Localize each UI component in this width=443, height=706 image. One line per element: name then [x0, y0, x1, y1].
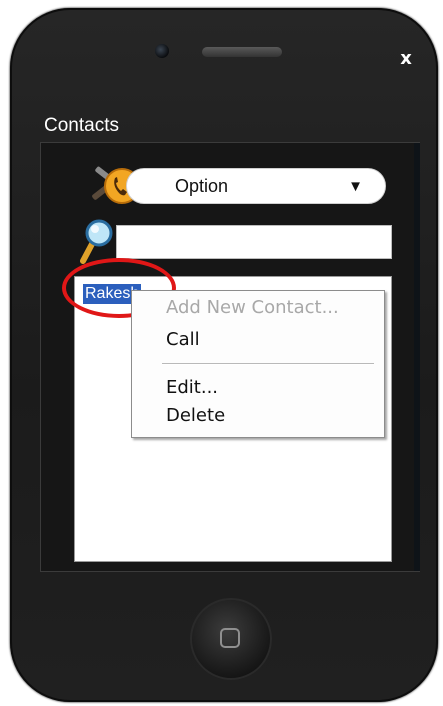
chevron-down-icon: ▼: [348, 178, 363, 195]
menu-separator: [162, 363, 374, 365]
home-button[interactable]: [190, 598, 272, 680]
menu-item-add-new-contact: Add New Contact...: [166, 297, 339, 318]
speaker-grille: [202, 47, 282, 57]
menu-item-edit[interactable]: Edit...: [166, 377, 218, 398]
menu-item-call[interactable]: Call: [166, 329, 200, 350]
context-menu: Add New Contact... Call Edit... Delete: [131, 290, 385, 438]
option-dropdown[interactable]: Option ▼: [126, 168, 386, 204]
close-button[interactable]: x: [394, 46, 418, 70]
magnifier-icon: [80, 219, 113, 264]
camera-icon: [155, 44, 169, 58]
app-title: Contacts: [44, 115, 119, 136]
home-square-icon: [220, 628, 240, 648]
search-input[interactable]: [116, 225, 392, 259]
menu-item-delete[interactable]: Delete: [166, 405, 225, 426]
option-dropdown-label: Option: [175, 176, 229, 196]
screen-edge: [414, 143, 420, 571]
